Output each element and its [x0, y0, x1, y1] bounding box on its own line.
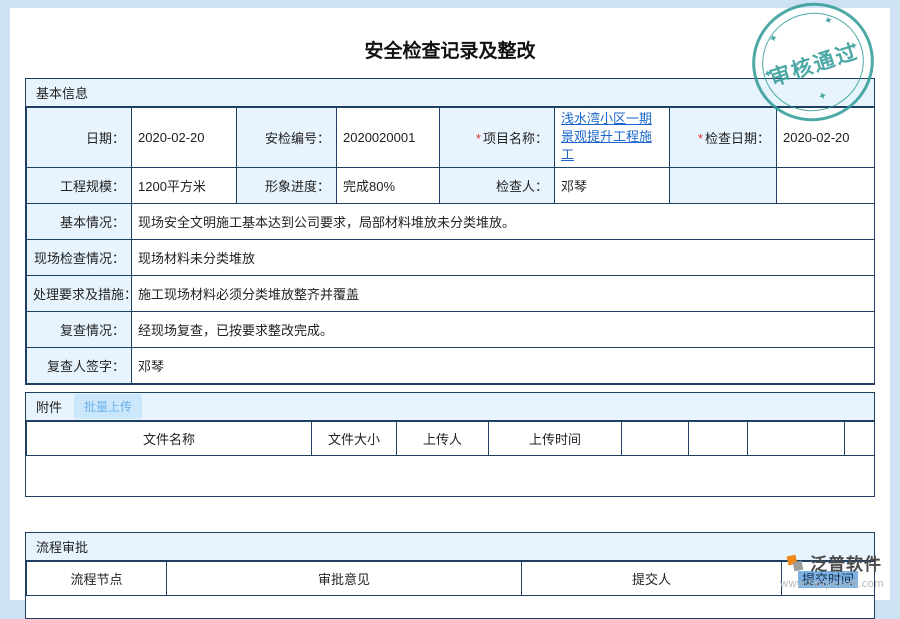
basic-situation-value: 现场安全文明施工基本达到公司要求，局部材料堆放未分类堆放。 — [132, 203, 875, 239]
table-row: 复查情况： 经现场复查，已按要求整改完成。 — [27, 311, 875, 347]
progress-label: 形象进度： — [237, 167, 337, 203]
basic-info-header-label: 基本信息 — [36, 83, 88, 102]
scale-value: 1200平方米 — [132, 167, 237, 203]
basic-info-table: 日期： 2020-02-20 安检编号： 2020020001 *项目名称： 浅… — [26, 107, 875, 384]
col-uploader: 上传人 — [397, 422, 489, 456]
col-empty — [748, 422, 845, 456]
attachments-empty-body — [26, 456, 874, 496]
col-flow-node: 流程节点 — [27, 562, 167, 596]
empty-value-cell — [777, 167, 875, 203]
recheck-value: 经现场复查，已按要求整改完成。 — [132, 311, 875, 347]
approval-section: 流程审批 流程节点 审批意见 提交人 提交时间 — [25, 532, 875, 619]
col-empty — [845, 422, 875, 456]
vendor-url-watermark: www.fanpusoft.com — [780, 578, 884, 590]
check-date-label: *检查日期： — [670, 108, 777, 168]
attachments-header: 附件 批量上传 — [26, 393, 874, 421]
fanpu-logo-icon — [785, 553, 805, 573]
project-name-label: *项目名称： — [440, 108, 555, 168]
project-name-label-text: 项目名称： — [483, 131, 548, 146]
table-row: 日期： 2020-02-20 安检编号： 2020020001 *项目名称： 浅… — [27, 108, 875, 168]
table-row: 处理要求及措施： 施工现场材料必须分类堆放整齐并覆盖 — [27, 275, 875, 311]
table-row: 复查人签字： 邓琴 — [27, 347, 875, 383]
reviewer-sign-value: 邓琴 — [132, 347, 875, 383]
col-file-size: 文件大小 — [312, 422, 397, 456]
required-mark: * — [698, 131, 703, 146]
col-empty — [622, 422, 689, 456]
basic-info-header: 基本信息 — [26, 79, 874, 107]
inspector-label: 检查人： — [440, 167, 555, 203]
check-date-label-text: 检查日期： — [705, 131, 770, 146]
approval-header: 流程审批 — [26, 533, 874, 561]
measures-value: 施工现场材料必须分类堆放整齐并覆盖 — [132, 275, 875, 311]
table-row: 基本情况： 现场安全文明施工基本达到公司要求，局部材料堆放未分类堆放。 — [27, 203, 875, 239]
vendor-name: 泛普软件 — [810, 550, 882, 575]
scale-label: 工程规模： — [27, 167, 132, 203]
col-file-name: 文件名称 — [27, 422, 312, 456]
col-upload-time: 上传时间 — [489, 422, 622, 456]
col-empty — [689, 422, 748, 456]
inspector-value: 邓琴 — [555, 167, 670, 203]
inspection-no-label: 安检编号： — [237, 108, 337, 168]
reviewer-sign-label: 复查人签字： — [27, 347, 132, 383]
project-name-cell: 浅水湾小区一期景观提升工程施工 — [555, 108, 670, 168]
table-header-row: 文件名称 文件大小 上传人 上传时间 — [27, 422, 875, 456]
basic-info-section: 基本信息 日期： 2020-02-20 安检编号： 2020020001 *项目… — [25, 78, 875, 385]
empty-label-cell — [670, 167, 777, 203]
content-panel: 安全检查记录及整改 基本信息 日期： 2020-02-20 安检编号： 2020… — [10, 8, 890, 600]
measures-label: 处理要求及措施： — [27, 275, 132, 311]
attachments-table: 文件名称 文件大小 上传人 上传时间 — [26, 421, 875, 456]
site-check-label: 现场检查情况： — [27, 239, 132, 275]
recheck-label: 复查情况： — [27, 311, 132, 347]
approval-header-label: 流程审批 — [36, 537, 88, 556]
date-value: 2020-02-20 — [132, 108, 237, 168]
inspection-no-value: 2020020001 — [337, 108, 440, 168]
date-label: 日期： — [27, 108, 132, 168]
table-header-row: 流程节点 审批意见 提交人 提交时间 — [27, 562, 875, 596]
vendor-logo: 泛普软件 — [785, 550, 882, 575]
table-row: 工程规模： 1200平方米 形象进度： 完成80% 检查人： 邓琴 — [27, 167, 875, 203]
required-mark: * — [476, 131, 481, 146]
basic-situation-label: 基本情况： — [27, 203, 132, 239]
table-row: 现场检查情况： 现场材料未分类堆放 — [27, 239, 875, 275]
approval-table: 流程节点 审批意见 提交人 提交时间 — [26, 561, 875, 596]
attachments-section: 附件 批量上传 文件名称 文件大小 上传人 上传时间 — [25, 392, 875, 497]
progress-value: 完成80% — [337, 167, 440, 203]
batch-upload-button[interactable]: 批量上传 — [74, 394, 142, 419]
attachments-header-label: 附件 — [36, 397, 62, 416]
site-check-value: 现场材料未分类堆放 — [132, 239, 875, 275]
col-submitter: 提交人 — [522, 562, 782, 596]
col-approval-opinion: 审批意见 — [167, 562, 522, 596]
approval-empty-body — [26, 596, 874, 618]
project-link[interactable]: 浅水湾小区一期景观提升工程施工 — [561, 110, 663, 165]
